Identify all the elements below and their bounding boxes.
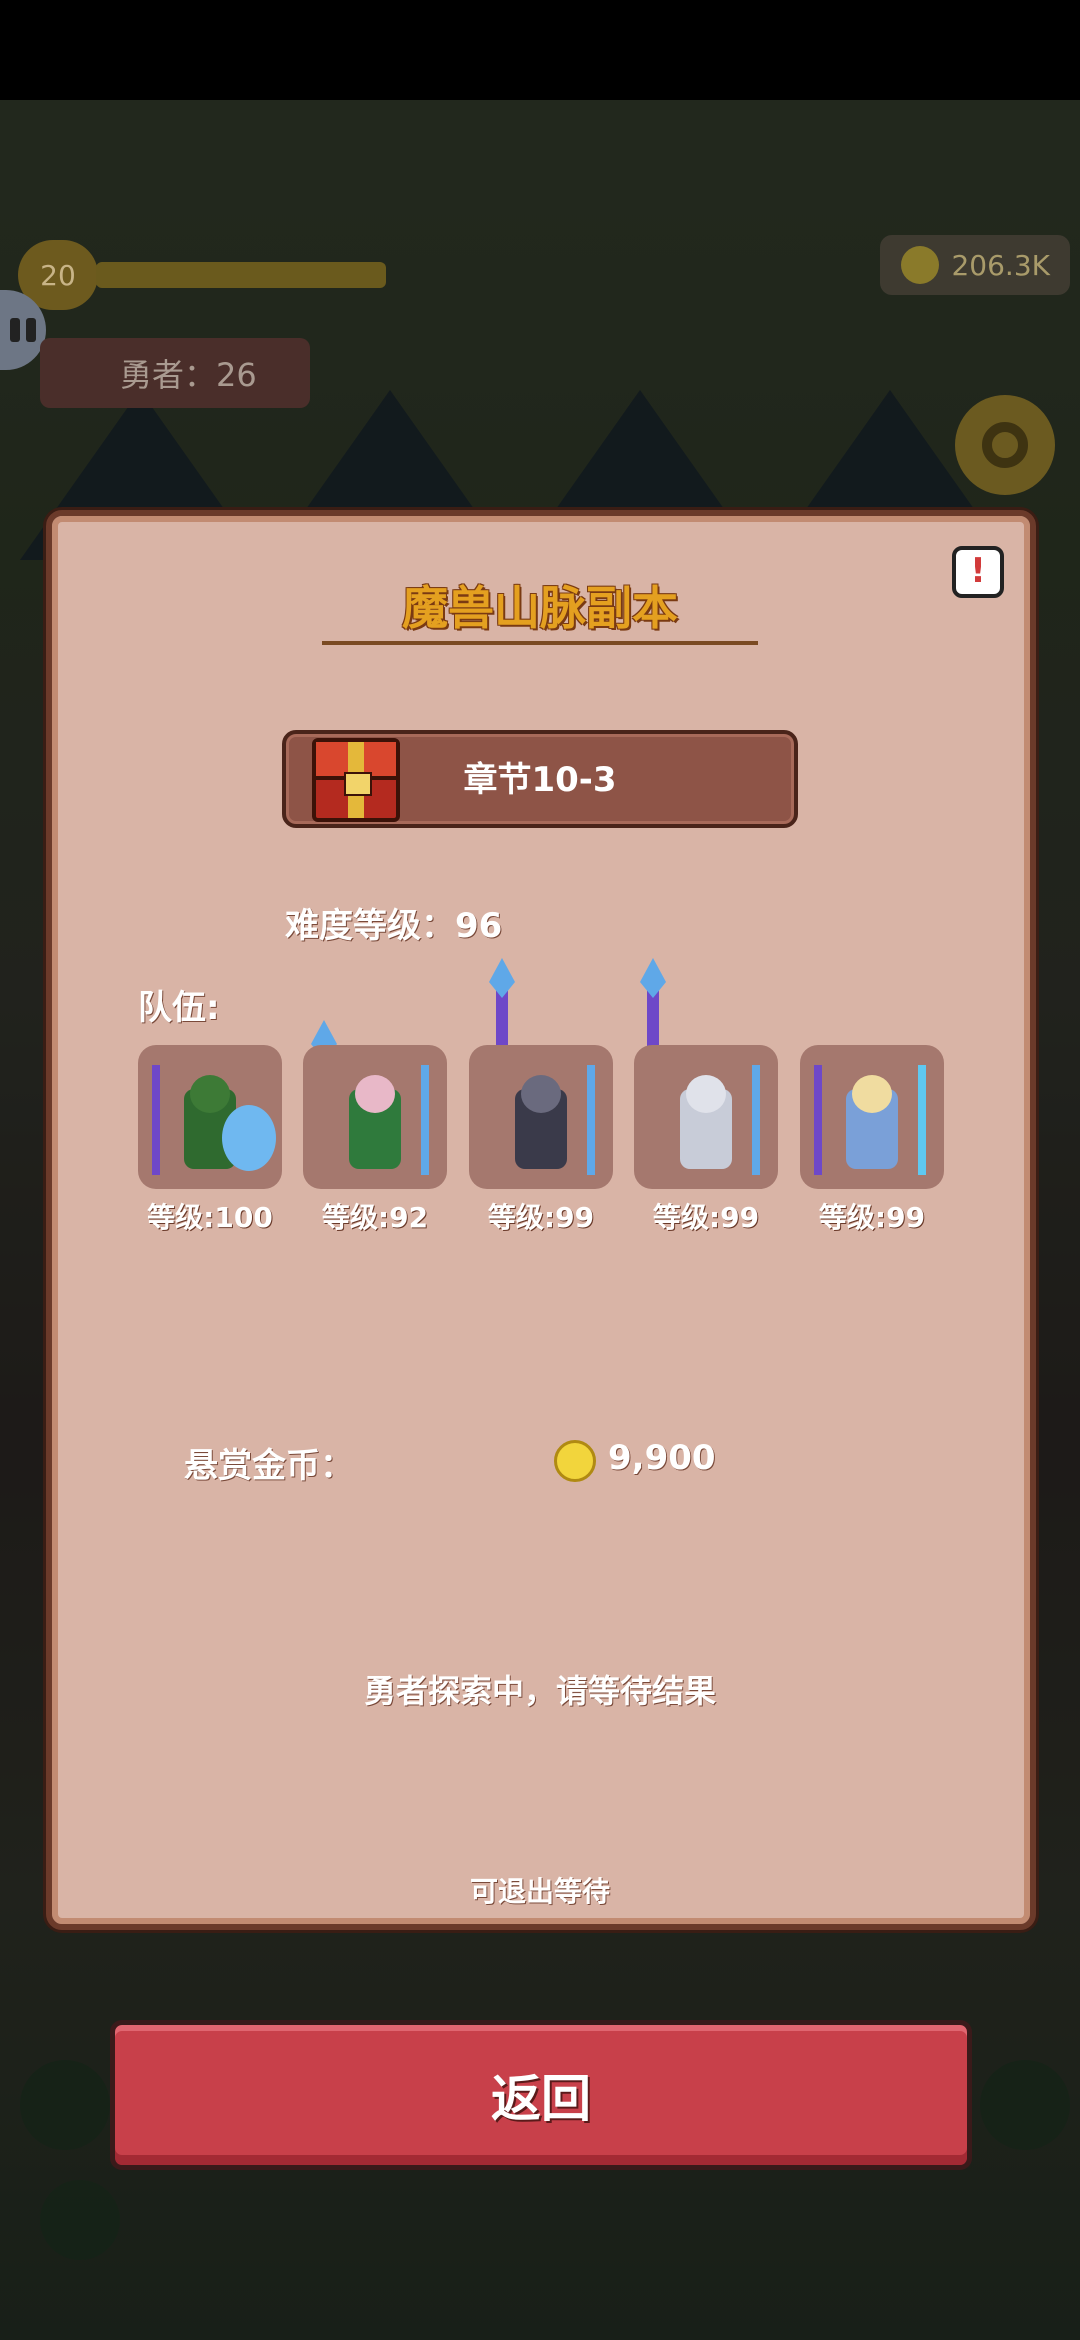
treasure-chest-icon <box>312 738 400 822</box>
heroes-count[interactable]: 勇者：26 <box>40 338 310 408</box>
gold-counter: 206.3K <box>880 235 1070 295</box>
info-icon[interactable]: ! <box>952 546 1004 598</box>
dialog-title: 魔兽山脉副本 <box>402 581 678 635</box>
gear-icon[interactable] <box>955 395 1055 495</box>
hero-level: 等级:92 <box>321 1201 429 1234</box>
gold-amount: 206.3K <box>951 248 1050 282</box>
gold-coin-icon <box>554 1440 596 1482</box>
hero-level: 等级:99 <box>487 1201 595 1234</box>
hero-card-armored-knight[interactable] <box>634 1045 778 1189</box>
back-button[interactable]: 返回 <box>110 2020 972 2170</box>
hero-card-green-hooded-warrior[interactable] <box>138 1045 282 1189</box>
hero-level: 等级:99 <box>652 1201 760 1234</box>
status-bar <box>0 0 1080 100</box>
hero-card-blonde-archer[interactable] <box>800 1045 944 1189</box>
title-divider <box>322 641 758 645</box>
bounty-label: 悬赏金币： <box>184 1446 354 1486</box>
hero-card-helmet-spearman[interactable] <box>469 1045 613 1189</box>
bounty-value: 9,900 <box>608 1438 716 1478</box>
exit-hint: 可退出等待 <box>469 1875 610 1908</box>
team-label: 队伍: <box>138 988 220 1028</box>
hero-level: 等级:100 <box>147 1201 273 1234</box>
coin-icon <box>901 246 940 284</box>
xp-bar <box>96 262 386 288</box>
hero-card-deer-druid[interactable] <box>303 1045 447 1189</box>
exploration-status: 勇者探索中，请等待结果 <box>363 1672 716 1710</box>
chapter-label: 章节10-3 <box>463 760 617 800</box>
difficulty-level: 难度等级：96 <box>285 906 503 946</box>
hero-level: 等级:99 <box>818 1201 926 1234</box>
